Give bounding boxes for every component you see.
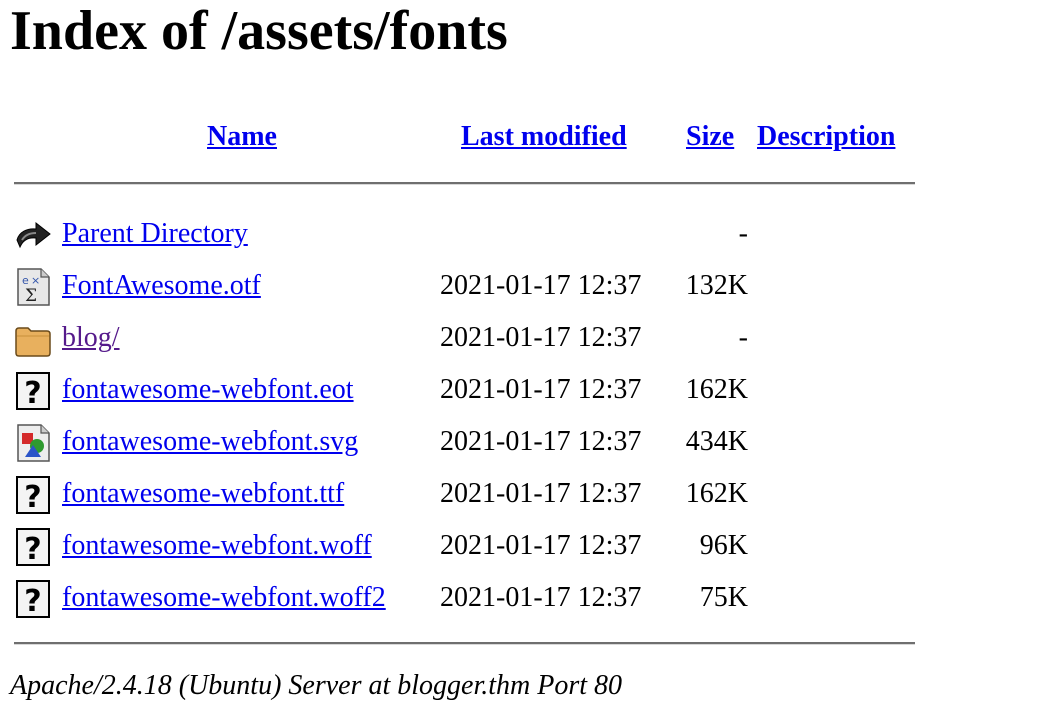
size-value: -: [738, 218, 748, 249]
page-title: Index of /assets/fonts: [10, 0, 508, 62]
sort-by-size-link[interactable]: Size: [686, 121, 734, 152]
header-divider: [14, 182, 915, 185]
sort-by-last-modified-link[interactable]: Last modified: [461, 121, 627, 152]
sort-by-name-link[interactable]: Name: [207, 121, 277, 152]
list-item-webfont-svg: fontawesome-webfont.svg 2021-01-17 12:37…: [0, 416, 1040, 468]
size-value: 132K: [685, 270, 748, 301]
size-value: -: [738, 322, 748, 353]
unknown-file-icon: ?: [14, 580, 52, 618]
svg-text:?: ?: [24, 376, 41, 410]
unknown-file-icon: ?: [14, 528, 52, 566]
list-item-webfont-woff2: ? fontawesome-webfont.woff2 2021-01-17 1…: [0, 572, 1040, 624]
sort-by-description-link[interactable]: Description: [757, 121, 895, 152]
svg-text:?: ?: [24, 584, 41, 618]
size-value: 75K: [699, 582, 748, 613]
footer-divider: [14, 642, 915, 645]
file-link[interactable]: fontawesome-webfont.svg: [62, 416, 358, 468]
file-link[interactable]: fontawesome-webfont.ttf: [62, 468, 344, 520]
svg-text:?: ?: [24, 532, 41, 566]
column-header-description: Description: [757, 118, 895, 156]
last-modified-value: 2021-01-17 12:37: [440, 374, 642, 405]
folder-icon: [14, 320, 52, 358]
file-link[interactable]: fontawesome-webfont.eot: [62, 364, 354, 416]
size-value: 434K: [685, 426, 748, 457]
list-item-blog: blog/ 2021-01-17 12:37 -: [0, 312, 1040, 364]
file-link[interactable]: fontawesome-webfont.woff: [62, 520, 372, 572]
folder-link[interactable]: blog/: [62, 312, 120, 364]
unknown-file-icon: ?: [14, 372, 52, 410]
file-link[interactable]: fontawesome-webfont.woff2: [62, 572, 386, 624]
back-arrow-icon: [14, 216, 52, 254]
last-modified-value: 2021-01-17 12:37: [440, 582, 642, 613]
column-header-last-modified: Last modified: [461, 118, 627, 156]
font-file-icon: e × Σ: [14, 268, 52, 306]
size-value: 162K: [685, 478, 748, 509]
list-item-webfont-ttf: ? fontawesome-webfont.ttf 2021-01-17 12:…: [0, 468, 1040, 520]
list-item-webfont-woff: ? fontawesome-webfont.woff 2021-01-17 12…: [0, 520, 1040, 572]
size-value: 162K: [685, 374, 748, 405]
column-header-name: Name: [207, 118, 277, 156]
last-modified-value: 2021-01-17 12:37: [440, 322, 642, 353]
last-modified-value: 2021-01-17 12:37: [440, 426, 642, 457]
unknown-file-icon: ?: [14, 476, 52, 514]
svg-text:?: ?: [24, 480, 41, 514]
parent-directory-link[interactable]: Parent Directory: [62, 208, 248, 260]
image-file-icon: [14, 424, 52, 462]
size-value: 96K: [699, 530, 748, 561]
list-item-fontawesome-otf: e × Σ FontAwesome.otf 2021-01-17 12:37 1…: [0, 260, 1040, 312]
last-modified-value: 2021-01-17 12:37: [440, 478, 642, 509]
column-header-size: Size: [686, 118, 734, 156]
file-link[interactable]: FontAwesome.otf: [62, 260, 261, 312]
svg-text:Σ: Σ: [25, 286, 37, 306]
last-modified-value: 2021-01-17 12:37: [440, 270, 642, 301]
last-modified-value: 2021-01-17 12:37: [440, 530, 642, 561]
server-signature: Apache/2.4.18 (Ubuntu) Server at blogger…: [10, 670, 623, 701]
list-item-webfont-eot: ? fontawesome-webfont.eot 2021-01-17 12:…: [0, 364, 1040, 416]
list-item-parent-directory: Parent Directory -: [0, 208, 1040, 260]
